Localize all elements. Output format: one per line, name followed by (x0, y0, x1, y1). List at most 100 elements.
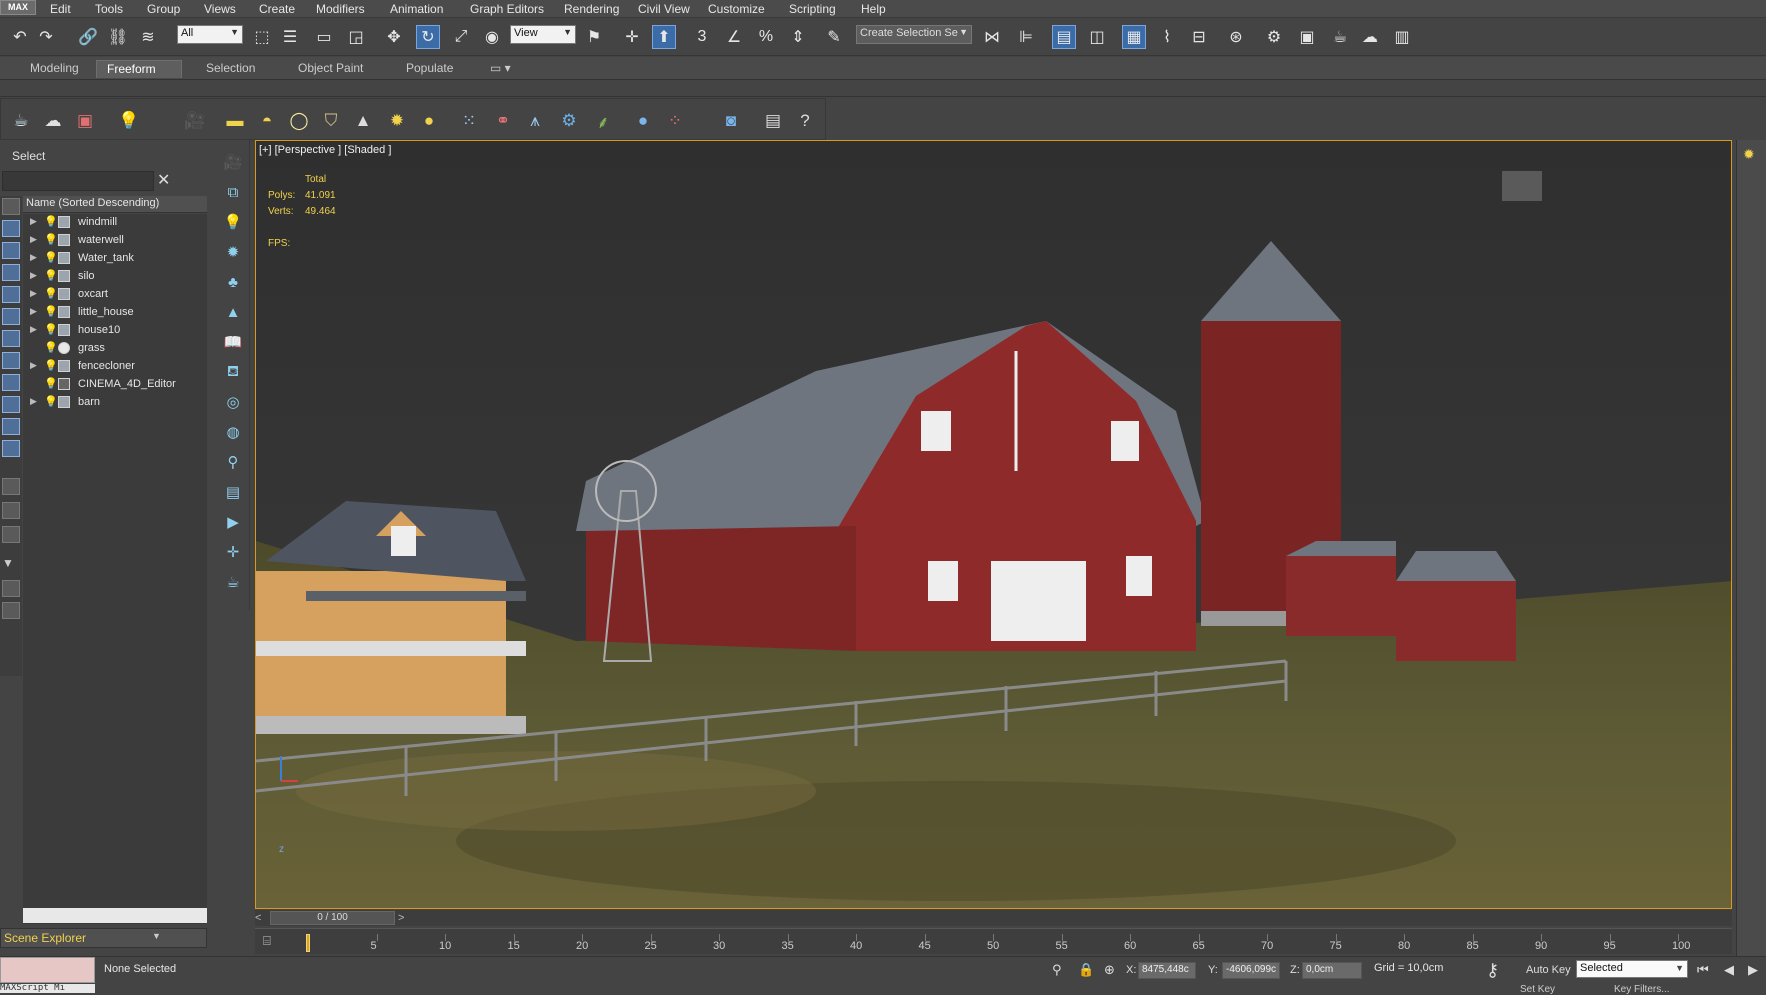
visibility-bulb-icon[interactable]: 💡 (44, 395, 58, 408)
filter-helpers-icon[interactable] (2, 308, 20, 325)
expand-icon[interactable]: ▶ (30, 360, 37, 371)
particles-icon[interactable]: ⁙ (457, 109, 481, 133)
expand-icon[interactable]: ▶ (30, 288, 37, 299)
visibility-bulb-icon[interactable]: 💡 (44, 251, 58, 264)
display-children-icon[interactable] (2, 478, 20, 495)
basket-icon[interactable]: ⛉ (319, 109, 343, 133)
time-slider[interactable]: 0 / 100 (270, 911, 395, 925)
selection-toggle-icon[interactable] (2, 580, 20, 597)
pivot-icon[interactable]: ✛ (221, 540, 245, 564)
place-icon[interactable]: ◉ (480, 25, 504, 49)
visibility-bulb-icon[interactable]: 💡 (44, 287, 58, 300)
filter-bones-icon[interactable] (2, 396, 20, 413)
redo-icon[interactable]: ↷ (34, 25, 58, 49)
display-dependents-icon[interactable] (2, 526, 20, 543)
menu-item-modifiers[interactable]: Modifiers (316, 2, 365, 16)
a360-icon[interactable]: ▥ (1390, 25, 1414, 49)
find-case-icon[interactable] (2, 602, 20, 619)
box-icon[interactable]: ▬ (223, 109, 247, 133)
go-to-start-icon[interactable]: ⏮ (1697, 962, 1709, 978)
toggle-ribbon-icon[interactable]: ▦ (1122, 25, 1146, 49)
snap-icon[interactable]: 3 (690, 25, 714, 49)
visibility-bulb-icon[interactable]: 💡 (44, 359, 58, 372)
set-key-button[interactable]: Set Key (1520, 984, 1555, 995)
visibility-bulb-icon[interactable]: 💡 (44, 305, 58, 318)
play-icon[interactable]: ▶ (1748, 962, 1758, 978)
bulb-outline-icon[interactable]: ⚲ (221, 450, 245, 474)
material-editor-icon[interactable]: ⊛ (1224, 25, 1248, 49)
tab-selection[interactable]: Selection (196, 60, 265, 78)
visibility-bulb-icon[interactable]: 💡 (44, 377, 58, 390)
tab-populate[interactable]: Populate (396, 60, 463, 78)
prev-frame-icon[interactable]: ◀︎ (1724, 962, 1734, 978)
explorer-scrollbar[interactable] (23, 908, 207, 923)
filter-shapes-icon[interactable] (2, 242, 20, 259)
rendered-frame-icon[interactable]: ▣ (1295, 25, 1319, 49)
globe-icon[interactable]: ◍ (221, 420, 245, 444)
expand-icon[interactable]: ▶ (30, 270, 37, 281)
rect-region-icon[interactable]: ▭ (312, 25, 336, 49)
time-cursor[interactable] (306, 934, 310, 952)
cone-icon[interactable]: ▲ (351, 109, 375, 133)
window-crossing-icon[interactable]: ◲ (344, 25, 368, 49)
molecule-icon[interactable]: ⚭ (491, 109, 515, 133)
pivot-icon[interactable]: ⚑ (582, 25, 606, 49)
schematic-view-icon[interactable]: ⊟ (1187, 25, 1211, 49)
tree-row-windmill[interactable]: ▶ 💡 windmill (23, 214, 207, 232)
menu-item-create[interactable]: Create (259, 2, 295, 16)
curve-editor-icon[interactable]: ⌇ (1155, 25, 1179, 49)
menu-item-scripting[interactable]: Scripting (789, 2, 836, 16)
panel-icon[interactable]: ▤ (221, 480, 245, 504)
camera-icon[interactable]: 🎥 (221, 150, 245, 174)
tree-row-cinema-4d-editor[interactable]: 💡 CINEMA_4D_Editor (23, 376, 207, 394)
menu-item-edit[interactable]: Edit (50, 2, 71, 16)
visibility-bulb-icon[interactable]: 💡 (44, 269, 58, 282)
layer-explorer-icon[interactable]: ◫ (1085, 25, 1109, 49)
menu-item-group[interactable]: Group (147, 2, 180, 16)
sky-sphere-icon[interactable]: ● (417, 109, 441, 133)
scale-icon[interactable]: ⤢ (449, 25, 473, 49)
help-icon[interactable]: ? (793, 109, 817, 133)
filter-spacewarps-icon[interactable] (2, 330, 20, 347)
explorer-column-header[interactable]: Name (Sorted Descending) (23, 196, 207, 213)
select-object-icon[interactable]: ⬚ (250, 25, 274, 49)
reference-coord-dropdown[interactable]: View ▼ (510, 25, 576, 44)
move-icon[interactable]: ✥ (382, 25, 406, 49)
display-none-icon[interactable] (2, 198, 20, 215)
menu-item-rendering[interactable]: Rendering (564, 2, 619, 16)
menu-item-graph-editors[interactable]: Graph Editors (470, 2, 544, 16)
angle-snap-icon[interactable]: ∠ (722, 25, 746, 49)
select-manipulate-icon[interactable]: ✛ (620, 25, 644, 49)
tree-row-little-house[interactable]: ▶ 💡 little_house (23, 304, 207, 322)
keyboard-shortcut-icon[interactable]: ⬆ (652, 25, 676, 49)
material-balls-icon[interactable]: ⁘ (663, 109, 687, 133)
unlink-icon[interactable]: ⛓ (106, 25, 130, 49)
edit-named-sets-icon[interactable]: ✎ (822, 25, 846, 49)
settings-panel-icon[interactable]: ▤ (761, 109, 785, 133)
cloud-icon[interactable]: ☁ (41, 109, 65, 133)
link-icon[interactable]: 🔗 (76, 25, 100, 49)
selection-filter-dropdown[interactable]: All ▼ (177, 25, 243, 44)
expand-icon[interactable]: ▶ (30, 216, 37, 227)
trees-icon[interactable]: ♣ (221, 270, 245, 294)
tree-row-water-tank[interactable]: ▶ 💡 Water_tank (23, 250, 207, 268)
maxscript-listener[interactable] (0, 957, 95, 983)
explorer-search-input[interactable] (2, 171, 154, 191)
filter-groups-icon[interactable] (2, 352, 20, 369)
light-icon[interactable]: 💡 (221, 210, 245, 234)
filter-containers-icon[interactable] (2, 418, 20, 435)
perspective-viewport[interactable] (255, 140, 1732, 909)
visibility-bulb-icon[interactable]: 💡 (44, 215, 58, 228)
bottle-icon[interactable]: ⛾ (221, 360, 245, 384)
z-coordinate-field[interactable]: 0,0cm (1302, 962, 1362, 979)
tripod-icon[interactable]: ⩚ (523, 109, 547, 133)
time-prev-button[interactable]: < (255, 912, 261, 924)
sun-icon[interactable]: ✹ (221, 240, 245, 264)
transform-mode-icon[interactable]: ⊕ (1104, 962, 1115, 978)
sphere-light-icon[interactable]: ◯ (287, 109, 311, 133)
render-region-icon[interactable]: ◙ (719, 109, 743, 133)
tree-row-house10[interactable]: ▶ 💡 house10 (23, 322, 207, 340)
ring-icon[interactable]: ◎ (221, 390, 245, 414)
display-influences-icon[interactable] (2, 502, 20, 519)
named-selection-set-dropdown[interactable]: Create Selection Se ▼ (856, 25, 972, 44)
